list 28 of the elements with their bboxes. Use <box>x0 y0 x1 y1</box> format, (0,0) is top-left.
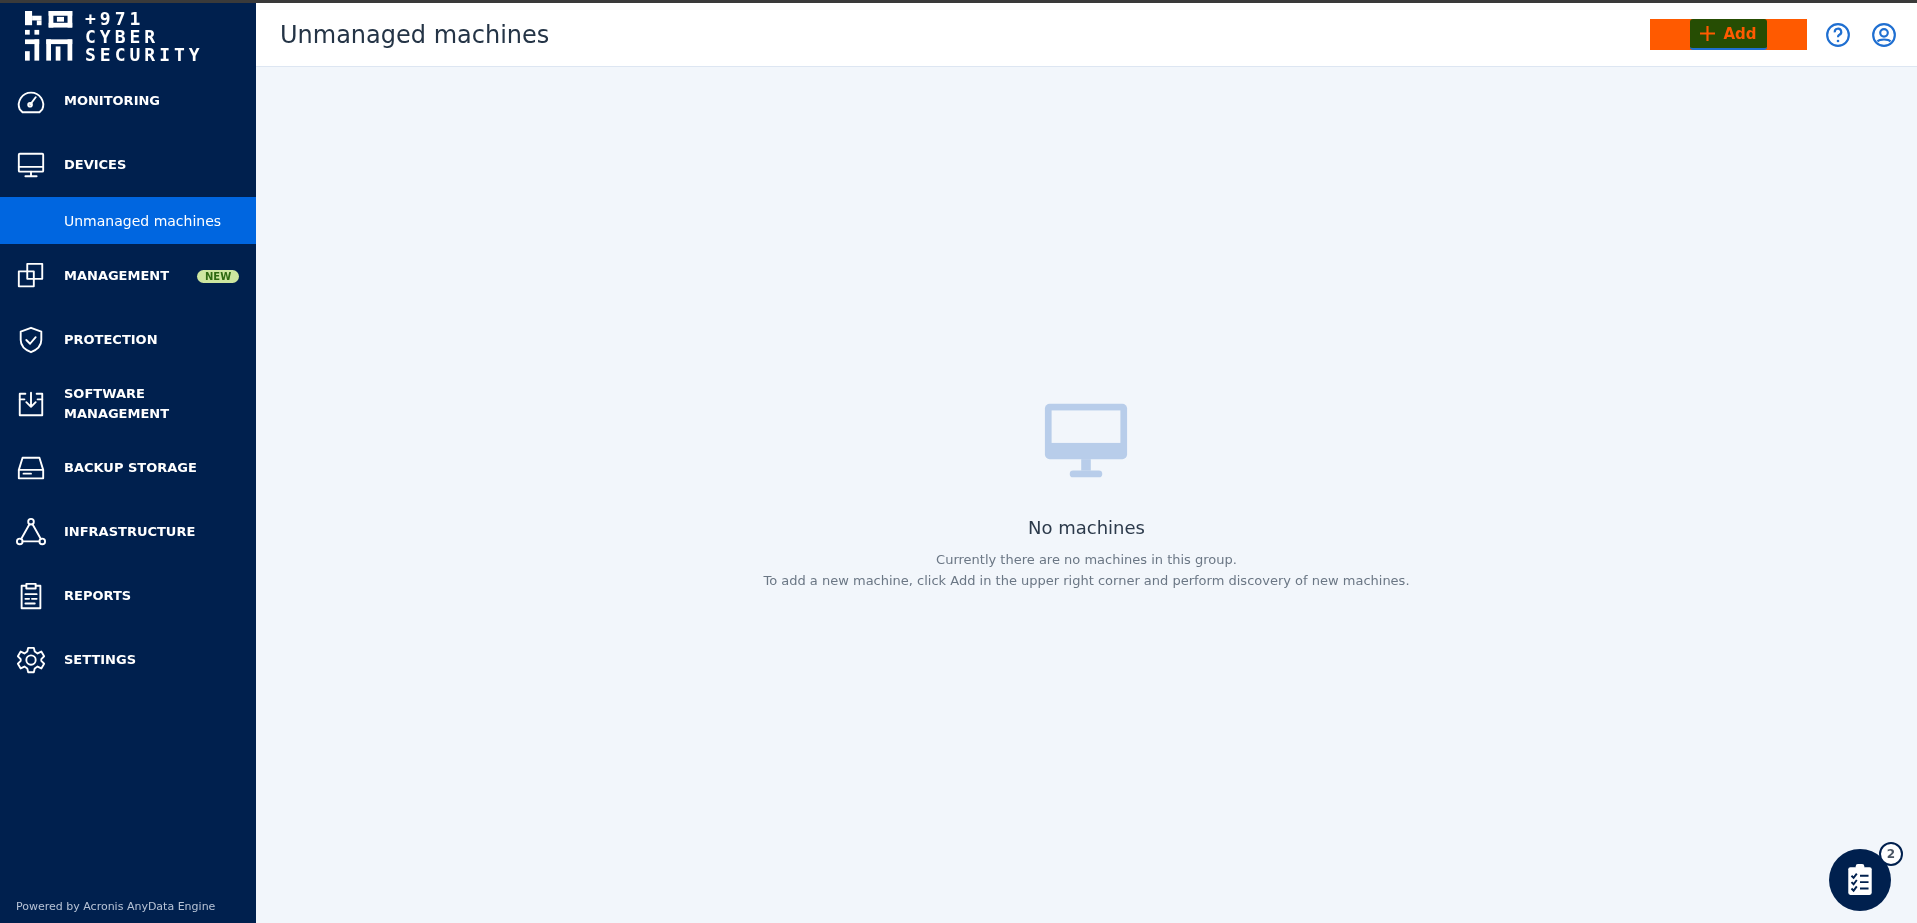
account-icon[interactable] <box>1871 21 1897 48</box>
nav-item[interactable]: REPORTS <box>0 564 256 628</box>
logo-text: CYBER <box>85 28 161 46</box>
nav-item[interactable]: SETTINGS <box>0 628 256 692</box>
empty-message: To add a new machine, click Add in the upper right corner and perform discovery of new machines. <box>763 573 1410 588</box>
nav-subitem[interactable]: Unmanaged machines <box>0 197 256 244</box>
nav-item[interactable]: MANAGEMENT NEW <box>0 244 256 308</box>
powered-by-text: Powered by Acronis AnyData Engine <box>15 900 217 915</box>
nav-item[interactable]: BACKUP STORAGE <box>0 436 256 500</box>
settings-icon <box>16 645 46 675</box>
checklist-icon <box>1847 864 1873 896</box>
triangle-icon <box>16 517 46 547</box>
logo-text: SECURITY <box>85 46 204 64</box>
empty-message: Currently there are no machines in this group. <box>936 552 1237 567</box>
page-title: Unmanaged machines <box>280 20 550 49</box>
nav-item[interactable]: DEVICES <box>0 133 256 197</box>
nav-item[interactable]: SOFTWARE MANAGEMENT <box>0 372 256 436</box>
new-badge: NEW <box>197 269 240 283</box>
nav-item[interactable]: PROTECTION <box>0 308 256 372</box>
nav-item[interactable]: MONITORING <box>0 69 256 133</box>
count-badge: 2 <box>1879 842 1903 866</box>
monitor-icon <box>16 150 46 180</box>
plus-icon <box>1700 26 1716 41</box>
download-icon <box>16 389 46 419</box>
nav-item[interactable]: INFRASTRUCTURE <box>0 500 256 564</box>
help-icon[interactable] <box>1825 21 1851 48</box>
logo-text: +971 <box>85 10 146 28</box>
empty-title: No machines <box>1028 517 1145 538</box>
